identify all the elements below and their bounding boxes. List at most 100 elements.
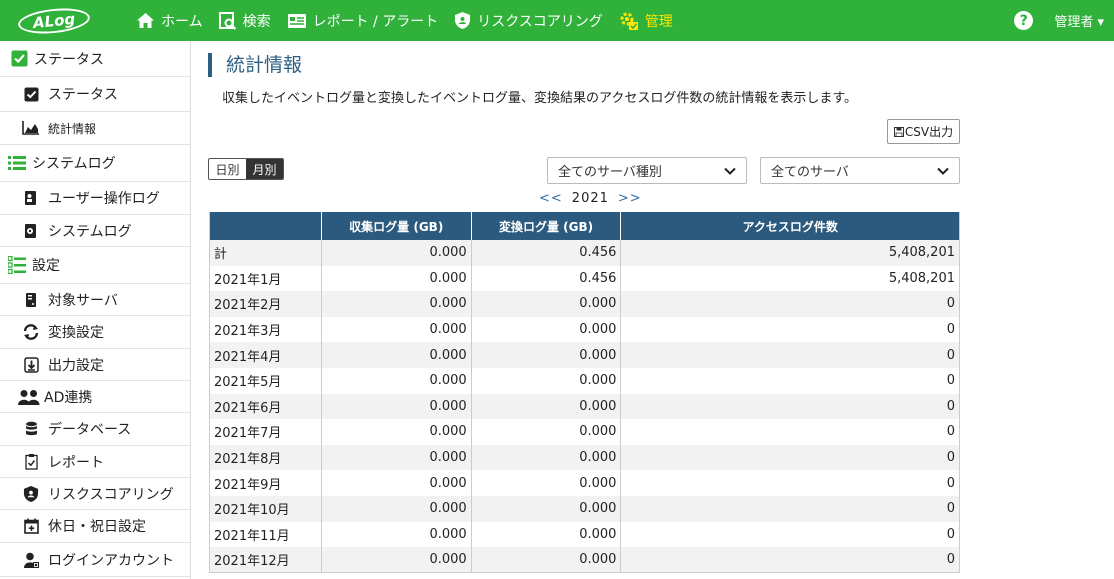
sidebar-category-status[interactable]: ステータス bbox=[0, 41, 190, 77]
next-year-link[interactable]: >> bbox=[618, 191, 642, 206]
col-header-converted: 変換ログ量 (GB) bbox=[471, 212, 622, 240]
sidebar-category-syslog[interactable]: システムログ bbox=[0, 145, 190, 182]
user-menu[interactable]: 管理者 ▾ bbox=[1054, 11, 1104, 30]
monthly-toggle-button[interactable]: 月別 bbox=[246, 159, 283, 179]
row-access-count: 0 bbox=[620, 547, 960, 574]
row-collected: 0.000 bbox=[321, 521, 472, 548]
row-collected: 0.000 bbox=[321, 393, 472, 420]
sidebar-item-output-label: 出力設定 bbox=[48, 357, 104, 374]
nav-search[interactable]: 検索 bbox=[218, 0, 271, 41]
sidebar-item-output[interactable]: 出力設定 bbox=[0, 349, 190, 381]
download-icon bbox=[22, 356, 40, 374]
row-period: 2021年4月 bbox=[209, 342, 322, 368]
row-collected: 0.000 bbox=[321, 470, 472, 496]
list-icon bbox=[8, 154, 26, 172]
users-icon bbox=[18, 388, 40, 406]
sidebar-item-system-log[interactable]: システムログ bbox=[0, 215, 190, 247]
report-icon bbox=[287, 13, 307, 29]
chevron-down-icon bbox=[937, 165, 949, 180]
row-access-count: 5,408,201 bbox=[620, 265, 960, 292]
report-check-icon bbox=[22, 453, 40, 471]
gear-manage-icon bbox=[619, 11, 639, 31]
sidebar-item-holidays[interactable]: 休日・祝日設定 bbox=[0, 510, 190, 543]
row-converted: 0.000 bbox=[471, 444, 622, 471]
alog-logo[interactable]: ALog bbox=[16, 4, 92, 37]
server-select-value: 全てのサーバ bbox=[771, 165, 849, 180]
row-access-count: 0 bbox=[620, 521, 960, 548]
row-access-count: 0 bbox=[620, 342, 960, 368]
area-chart-icon bbox=[22, 119, 40, 137]
table-header-row: 収集ログ量 (GB) 変換ログ量 (GB) アクセスログ件数 bbox=[209, 212, 960, 240]
sidebar-item-status[interactable]: ステータス bbox=[0, 77, 190, 112]
table-row: 2021年5月 0.000 0.000 0 bbox=[209, 367, 960, 394]
row-access-count: 0 bbox=[620, 444, 960, 471]
nav-search-label: 検索 bbox=[242, 13, 271, 30]
row-converted: 0.000 bbox=[471, 521, 622, 548]
row-period: 計 bbox=[209, 240, 322, 266]
current-year: 2021 bbox=[571, 191, 609, 206]
row-collected: 0.000 bbox=[321, 547, 472, 574]
sidebar-item-ad[interactable]: AD連携 bbox=[0, 381, 190, 413]
user-log-icon bbox=[22, 189, 40, 207]
nav-risk-scoring[interactable]: リスクスコアリング bbox=[454, 0, 603, 41]
table-row: 計 0.000 0.456 5,408,201 bbox=[209, 240, 960, 266]
row-period: 2021年3月 bbox=[209, 316, 322, 343]
sidebar-category-status-label: ステータス bbox=[34, 51, 104, 68]
sidebar-item-target-server-label: 対象サーバ bbox=[48, 292, 118, 309]
col-header-period bbox=[209, 212, 322, 240]
csv-export-button[interactable]: CSV出力 bbox=[887, 119, 960, 144]
sidebar-item-report-label: レポート bbox=[48, 454, 104, 471]
server-type-select-value: 全てのサーバ種別 bbox=[558, 165, 662, 180]
row-converted: 0.000 bbox=[471, 367, 622, 394]
server-type-select[interactable]: 全てのサーバ種別 bbox=[547, 157, 747, 184]
prev-year-link[interactable]: << bbox=[539, 191, 563, 206]
top-bar: ALog ホーム 検索 レポート / アラート リスクスコアリング 管理 ? 管… bbox=[0, 0, 1114, 41]
refresh-icon bbox=[22, 323, 40, 341]
sidebar-item-conversion[interactable]: 変換設定 bbox=[0, 316, 190, 349]
table-row: 2021年4月 0.000 0.000 0 bbox=[209, 342, 960, 368]
sidebar-item-ad-label: AD連携 bbox=[44, 389, 93, 406]
settings-list-icon bbox=[8, 256, 26, 274]
row-converted: 0.000 bbox=[471, 393, 622, 420]
server-select[interactable]: 全てのサーバ bbox=[760, 157, 960, 184]
page-title: 統計情報 bbox=[208, 53, 302, 77]
account-icon bbox=[22, 551, 40, 569]
nav-report-alert[interactable]: レポート / アラート bbox=[287, 0, 438, 41]
row-collected: 0.000 bbox=[321, 367, 472, 394]
sidebar-item-user-log[interactable]: ユーザー操作ログ bbox=[0, 182, 190, 215]
table-row: 2021年11月 0.000 0.000 0 bbox=[209, 521, 960, 548]
table-row: 2021年8月 0.000 0.000 0 bbox=[209, 444, 960, 471]
sidebar-item-login-account[interactable]: ログインアカウント bbox=[0, 543, 190, 577]
sidebar-item-risk-scoring-label: リスクスコアリング bbox=[48, 486, 174, 503]
sidebar-item-statistics[interactable]: 統計情報 bbox=[0, 112, 190, 145]
sidebar-item-risk-scoring[interactable]: リスクスコアリング bbox=[0, 478, 190, 510]
row-collected: 0.000 bbox=[321, 419, 472, 445]
server-icon bbox=[22, 291, 40, 309]
nav-risk-scoring-label: リスクスコアリング bbox=[477, 13, 603, 30]
row-period: 2021年8月 bbox=[209, 444, 322, 471]
row-converted: 0.000 bbox=[471, 495, 622, 522]
period-toggle: 日別 月別 bbox=[208, 158, 284, 180]
row-period: 2021年12月 bbox=[209, 547, 322, 574]
nav-home[interactable]: ホーム bbox=[136, 0, 203, 41]
table-row: 2021年7月 0.000 0.000 0 bbox=[209, 419, 960, 445]
checkbox-icon bbox=[22, 85, 40, 103]
row-converted: 0.000 bbox=[471, 470, 622, 496]
nav-manage[interactable]: 管理 bbox=[619, 0, 673, 41]
nav-home-label: ホーム bbox=[161, 13, 203, 30]
sidebar-item-target-server[interactable]: 対象サーバ bbox=[0, 284, 190, 316]
sidebar-item-database[interactable]: データベース bbox=[0, 413, 190, 446]
system-log-icon bbox=[22, 222, 40, 240]
sidebar-item-report[interactable]: レポート bbox=[0, 446, 190, 478]
row-collected: 0.000 bbox=[321, 265, 472, 292]
row-period: 2021年5月 bbox=[209, 367, 322, 394]
row-access-count: 5,408,201 bbox=[620, 240, 960, 266]
row-collected: 0.000 bbox=[321, 291, 472, 317]
row-period: 2021年1月 bbox=[209, 265, 322, 292]
daily-toggle-button[interactable]: 日別 bbox=[209, 159, 246, 179]
row-access-count: 0 bbox=[620, 495, 960, 522]
table-row: 2021年3月 0.000 0.000 0 bbox=[209, 316, 960, 343]
logo-text: ALog bbox=[32, 9, 76, 32]
help-icon[interactable]: ? bbox=[1014, 11, 1034, 30]
sidebar-category-settings[interactable]: 設定 bbox=[0, 247, 190, 284]
